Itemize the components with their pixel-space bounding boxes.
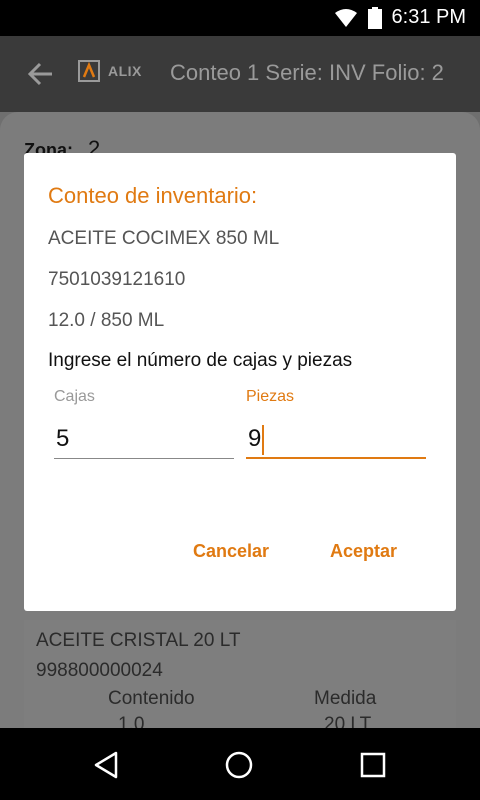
page-title: Conteo 1 Serie: INV Folio: 2 bbox=[170, 60, 444, 85]
piezas-value: 9 bbox=[248, 425, 262, 452]
dialog-barcode: 7501039121610 bbox=[48, 269, 186, 290]
card-product-name: ACEITE CRISTAL 20 LT bbox=[36, 630, 241, 651]
logo-icon bbox=[82, 61, 96, 78]
recents-nav-icon[interactable] bbox=[358, 750, 388, 780]
count-dialog: Conteo de inventario: ACEITE COCIMEX 850… bbox=[24, 153, 456, 611]
system-nav-bar bbox=[0, 728, 480, 800]
back-nav-icon[interactable] bbox=[92, 750, 122, 780]
cajas-label: Cajas bbox=[54, 388, 95, 405]
back-arrow-icon[interactable] bbox=[26, 60, 54, 88]
card-col-medida-label: Medida bbox=[314, 688, 377, 709]
product-card[interactable]: ACEITE CRISTAL 20 LT 998800000024 Conten… bbox=[24, 620, 456, 735]
piezas-input[interactable]: 9 bbox=[246, 419, 426, 459]
battery-icon bbox=[367, 6, 382, 29]
card-col-contenido-label: Contenido bbox=[108, 688, 195, 709]
cancel-button[interactable]: Cancelar bbox=[193, 541, 269, 562]
logo-text: ALIX bbox=[108, 63, 142, 79]
cajas-input[interactable]: 5 bbox=[54, 419, 234, 459]
dialog-prompt: Ingrese el número de cajas y piezas bbox=[48, 350, 353, 371]
piezas-underline bbox=[246, 457, 426, 459]
dialog-product-name: ACEITE COCIMEX 850 ML bbox=[48, 228, 280, 249]
dialog-title: Conteo de inventario: bbox=[48, 183, 258, 208]
wifi-icon bbox=[334, 8, 357, 27]
accept-button[interactable]: Aceptar bbox=[330, 541, 397, 562]
cajas-value: 5 bbox=[56, 425, 70, 452]
status-time: 6:31 PM bbox=[391, 6, 466, 28]
dialog-content: 12.0 / 850 ML bbox=[48, 310, 165, 331]
piezas-label: Piezas bbox=[246, 388, 295, 405]
home-nav-icon[interactable] bbox=[224, 750, 254, 780]
card-barcode: 998800000024 bbox=[36, 660, 163, 681]
status-bar: 6:31 PM bbox=[0, 0, 480, 36]
status-icons: 6:31 PM bbox=[334, 6, 466, 29]
app-bar: ALIX Conteo 1 Serie: INV Folio: 2 bbox=[0, 36, 480, 112]
logo-mark bbox=[78, 60, 100, 82]
text-cursor bbox=[262, 425, 264, 455]
cajas-underline bbox=[54, 458, 234, 459]
